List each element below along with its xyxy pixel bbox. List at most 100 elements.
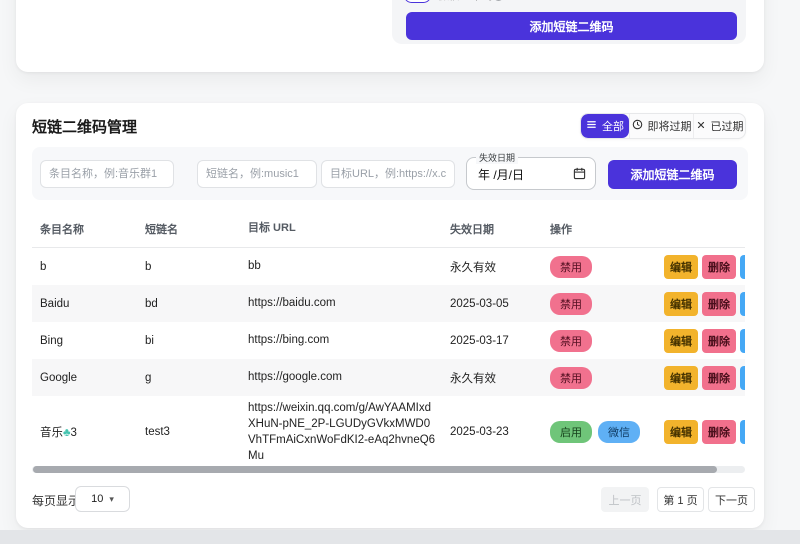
entry-name-text: 音乐 <box>40 427 63 439</box>
url-cell: https://google.com <box>240 365 442 389</box>
url-cell: https://baidu.com <box>240 291 442 315</box>
prev-page-button[interactable]: 上一页 <box>601 487 649 512</box>
next-page-button[interactable]: 下一页 <box>708 487 755 512</box>
table-row: Bingbihttps://bing.com2025-03-17禁用编辑删除二维… <box>32 322 745 359</box>
actions-cell: 编辑删除二维码 <box>664 416 745 448</box>
delete-button[interactable]: 删除 <box>702 292 736 316</box>
slug-cell: bi <box>137 331 240 351</box>
filter-expired[interactable]: 已过期 <box>693 114 745 138</box>
entry-name-cell: 音乐♣3 <box>32 420 137 444</box>
entry-name-cell: Google <box>32 368 137 388</box>
expiry-filter-group: 全部 即将过期 已过期 <box>580 113 746 139</box>
qrcode-table: 条目名称 短链名 目标 URL 失效日期 操作 bbbb永久有效禁用编辑删除二维… <box>32 210 745 468</box>
per-page-value: 10 <box>91 493 103 505</box>
slug-input[interactable] <box>197 160 317 188</box>
col-entry-name: 条目名称 <box>32 217 137 241</box>
entry-name-cell: Baidu <box>32 294 137 314</box>
delete-button[interactable]: 删除 <box>702 366 736 390</box>
calendar-icon[interactable] <box>573 167 586 185</box>
table-body: bbbb永久有效禁用编辑删除二维码Baidubdhttps://baidu.co… <box>32 248 745 468</box>
expiry-cell: 永久有效 <box>442 255 542 279</box>
expiry-cell: 永久有效 <box>442 366 542 390</box>
slug-cell: test3 <box>137 422 240 442</box>
status-badge-danger[interactable]: 禁用 <box>550 256 592 278</box>
status-cell: 禁用 <box>542 252 664 282</box>
wechat-option-panel: 微信二维码 添加短链二维码 <box>392 0 746 44</box>
filter-expiring-soon[interactable]: 即将过期 <box>629 114 693 138</box>
col-target-url: 目标 URL <box>240 217 442 240</box>
add-qrcode-card: 微信二维码 添加短链二维码 <box>16 0 764 72</box>
url-cell: https://weixin.qq.com/g/AwYAAMIxdXHuN-pN… <box>240 396 442 468</box>
entry-name-text: 3 <box>71 427 77 439</box>
expiry-date-value: 年 /月/日 <box>478 166 524 183</box>
add-shortlink-qrcode-button[interactable]: 添加短链二维码 <box>406 12 737 40</box>
edit-button[interactable]: 编辑 <box>664 292 698 316</box>
col-slug: 短链名 <box>137 217 240 241</box>
entry-name-text: Google <box>40 372 77 384</box>
status-badge-success[interactable]: 启用 <box>550 421 592 443</box>
edit-button[interactable]: 编辑 <box>664 366 698 390</box>
entry-name-text: b <box>40 261 46 273</box>
slug-cell: b <box>137 257 240 277</box>
table-row: Baidu bdhttps://baidu.com2025-03-05 禁用 编辑删除… <box>32 285 745 322</box>
actions-cell: 编辑删除二维码 <box>664 362 745 394</box>
table-row: 音乐♣3test3https://weixin.qq.com/g/AwYAAMI… <box>32 396 745 468</box>
filter-all[interactable]: 全部 <box>581 114 629 138</box>
actions-cell: 编辑删除二维码 <box>664 288 745 320</box>
current-page-indicator: 第 1 页 <box>657 487 704 512</box>
qrcode-button[interactable]: 二维码 <box>740 366 745 390</box>
col-expiry-date: 失效日期 <box>442 217 542 241</box>
expiry-date-label: 失效日期 <box>476 151 518 164</box>
edit-button[interactable]: 编辑 <box>664 255 698 279</box>
delete-button[interactable]: 删除 <box>702 255 736 279</box>
status-badge-danger[interactable]: 禁用 <box>550 367 592 389</box>
page-title: 短链二维码管理 <box>32 116 137 137</box>
status-cell: 启用微信 <box>542 417 664 447</box>
x-icon <box>696 120 706 133</box>
scrollbar-thumb[interactable] <box>33 466 717 473</box>
status-cell: 禁用 <box>542 326 664 356</box>
wechat-toggle[interactable] <box>404 0 431 3</box>
horizontal-scrollbar[interactable] <box>32 466 745 473</box>
status-badge-danger[interactable]: 禁用 <box>550 293 592 315</box>
qrcode-button[interactable]: 二维码 <box>740 292 745 316</box>
url-cell: bb <box>240 254 442 278</box>
table-row: bbbb永久有效禁用编辑删除二维码 <box>32 248 745 285</box>
status-badge-wechat[interactable]: 微信 <box>598 421 640 443</box>
wechat-toggle-label: 微信二维码 <box>438 0 493 3</box>
expiry-cell: 2025-03-05 <box>442 294 542 314</box>
qrcode-button[interactable]: 二维码 <box>740 329 745 353</box>
clock-icon <box>632 119 643 133</box>
expiry-cell: 2025-03-23 <box>442 422 542 442</box>
entry-name-cell: b <box>32 257 137 277</box>
table-row: Googleghttps://google.com永久有效禁用编辑删除二维码 <box>32 359 745 396</box>
col-actions: 操作 <box>542 217 664 241</box>
slug-cell: bd <box>137 294 240 314</box>
actions-cell: 编辑删除二维码 <box>664 251 745 283</box>
caret-down-icon: ▾ <box>109 494 114 505</box>
expiry-cell: 2025-03-17 <box>442 331 542 351</box>
page: 微信二维码 添加短链二维码 短链二维码管理 全部 <box>0 0 800 544</box>
edit-button[interactable]: 编辑 <box>664 420 698 444</box>
expiry-date-input[interactable]: 失效日期 年 /月/日 <box>466 157 596 190</box>
entry-name-text: Baidu <box>40 298 69 310</box>
list-icon <box>586 119 597 133</box>
delete-button[interactable]: 删除 <box>702 329 736 353</box>
add-shortlink-qrcode-button[interactable]: 添加短链二维码 <box>608 160 737 189</box>
actions-cell: 编辑删除二维码 <box>664 325 745 357</box>
qrcode-button[interactable]: 二维码 <box>740 255 745 279</box>
status-badge-danger[interactable]: 禁用 <box>550 330 592 352</box>
entry-name-text: Bing <box>40 335 63 347</box>
qrcode-manager-card: 短链二维码管理 全部 即将过期 已过期 <box>16 103 764 528</box>
table-header-row: 条目名称 短链名 目标 URL 失效日期 操作 <box>32 210 745 248</box>
status-cell: 禁用 <box>542 363 664 393</box>
target-url-input[interactable] <box>321 160 455 188</box>
status-cell: 禁用 <box>542 289 664 319</box>
delete-button[interactable]: 删除 <box>702 420 736 444</box>
info-icon[interactable] <box>492 0 505 6</box>
entry-name-input[interactable] <box>40 160 174 188</box>
page-background-strip <box>0 530 800 544</box>
edit-button[interactable]: 编辑 <box>664 329 698 353</box>
qrcode-button[interactable]: 二维码 <box>740 420 745 444</box>
per-page-select[interactable]: 10 ▾ <box>75 486 130 512</box>
